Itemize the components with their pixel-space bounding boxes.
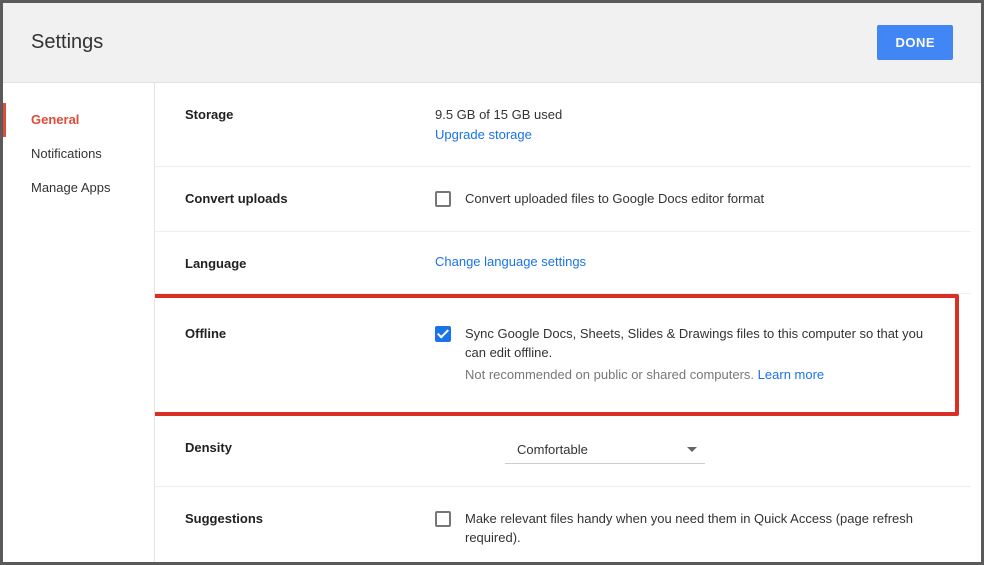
suggestions-text: Make relevant files handy when you need …: [465, 509, 941, 548]
settings-sidebar: General Notifications Manage Apps: [3, 83, 155, 562]
offline-learn-more-link[interactable]: Learn more: [758, 367, 824, 382]
sidebar-item-manage-apps[interactable]: Manage Apps: [3, 171, 154, 205]
page-title: Settings: [31, 31, 103, 54]
offline-highlight-box: Offline Sync Google Docs, Sheets, Slides…: [155, 294, 959, 416]
convert-uploads-checkbox[interactable]: [435, 191, 451, 207]
dropdown-caret-icon: [687, 447, 697, 452]
section-label-density: Density: [185, 438, 435, 455]
suggestions-checkbox[interactable]: [435, 511, 451, 527]
section-body-density: Comfortable: [435, 438, 941, 464]
section-body-storage: 9.5 GB of 15 GB used Upgrade storage: [435, 105, 941, 144]
settings-content[interactable]: Storage 9.5 GB of 15 GB used Upgrade sto…: [155, 83, 981, 562]
density-selected-value: Comfortable: [517, 442, 588, 457]
dialog-body: General Notifications Manage Apps Storag…: [3, 83, 981, 562]
section-storage: Storage 9.5 GB of 15 GB used Upgrade sto…: [155, 83, 971, 167]
section-label-suggestions: Suggestions: [185, 509, 435, 526]
section-body-offline: Sync Google Docs, Sheets, Slides & Drawi…: [435, 324, 925, 382]
section-body-convert: Convert uploaded files to Google Docs ed…: [435, 189, 941, 209]
section-suggestions: Suggestions Make relevant files handy wh…: [155, 487, 971, 563]
section-body-language: Change language settings: [435, 254, 941, 269]
section-label-storage: Storage: [185, 105, 435, 122]
done-button[interactable]: DONE: [877, 25, 953, 60]
sidebar-item-label: General: [31, 112, 79, 127]
offline-note-text: Not recommended on public or shared comp…: [465, 367, 754, 382]
sidebar-item-label: Notifications: [31, 146, 102, 161]
section-label-offline: Offline: [185, 324, 435, 341]
offline-sync-checkbox[interactable]: [435, 326, 451, 342]
sidebar-item-notifications[interactable]: Notifications: [3, 137, 154, 171]
section-label-language: Language: [185, 254, 435, 271]
section-label-convert: Convert uploads: [185, 189, 435, 206]
convert-uploads-text: Convert uploaded files to Google Docs ed…: [465, 189, 764, 209]
settings-dialog: Settings DONE General Notifications Mana…: [3, 3, 981, 562]
change-language-link[interactable]: Change language settings: [435, 254, 586, 269]
upgrade-storage-link[interactable]: Upgrade storage: [435, 127, 532, 142]
sidebar-item-general[interactable]: General: [3, 103, 154, 137]
section-density: Density Comfortable: [155, 416, 971, 487]
dialog-header: Settings DONE: [3, 3, 981, 83]
storage-usage-text: 9.5 GB of 15 GB used: [435, 105, 941, 125]
section-body-suggestions: Make relevant files handy when you need …: [435, 509, 941, 548]
section-offline: Offline Sync Google Docs, Sheets, Slides…: [155, 298, 955, 412]
offline-sync-text: Sync Google Docs, Sheets, Slides & Drawi…: [465, 324, 925, 363]
section-language: Language Change language settings: [155, 232, 971, 294]
offline-note: Not recommended on public or shared comp…: [465, 367, 925, 382]
section-convert-uploads: Convert uploads Convert uploaded files t…: [155, 167, 971, 232]
sidebar-item-label: Manage Apps: [31, 180, 111, 195]
density-select[interactable]: Comfortable: [505, 438, 705, 464]
